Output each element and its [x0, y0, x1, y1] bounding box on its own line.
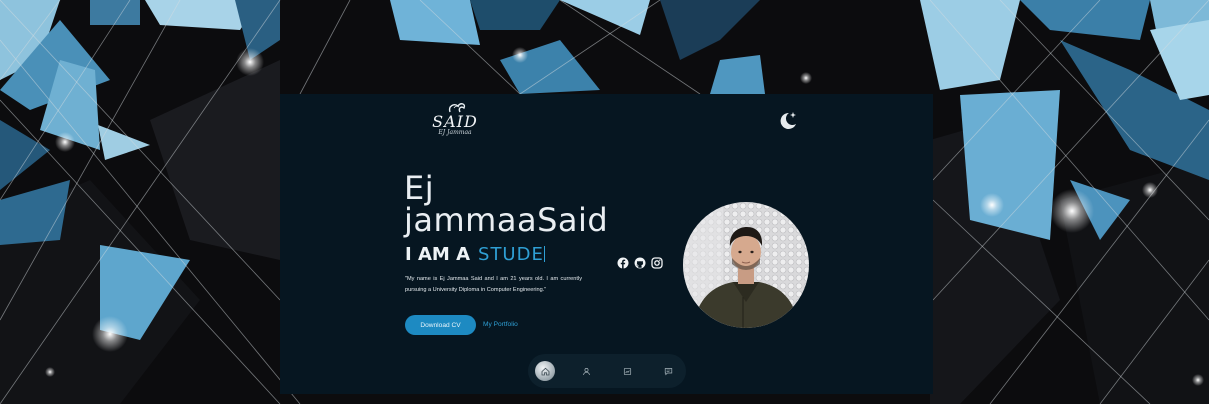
iam-prefix: I AM A	[405, 244, 471, 265]
github-icon[interactable]	[634, 257, 646, 269]
message-icon	[664, 367, 672, 375]
typed-role: STUDE	[478, 244, 544, 265]
instagram-icon[interactable]	[651, 257, 663, 269]
typing-headline: I AM A STUDE	[405, 244, 545, 265]
home-icon	[541, 367, 549, 375]
logo-text: SAID	[432, 112, 478, 131]
download-cv-button[interactable]: Download CV	[405, 315, 476, 335]
social-links	[617, 257, 663, 269]
theme-toggle-button[interactable]	[777, 109, 799, 131]
hero-name-line2: jammaaSaid	[404, 201, 609, 239]
moon-star-icon	[780, 112, 796, 129]
bottom-navigation	[528, 354, 686, 388]
nav-portfolio[interactable]	[617, 361, 637, 381]
site-logo[interactable]: SAID EJ Jammaa	[430, 100, 480, 144]
my-portfolio-link[interactable]: My Portfolio	[483, 315, 518, 335]
profile-photo	[683, 202, 809, 328]
nav-home[interactable]	[535, 361, 555, 381]
typing-cursor	[543, 246, 545, 262]
hero-name-line1: Ej	[404, 169, 435, 207]
nav-about[interactable]	[576, 361, 596, 381]
hero-name: Ej jammaaSaid	[404, 172, 634, 236]
facebook-icon[interactable]	[617, 257, 629, 269]
portfolio-icon	[623, 367, 631, 375]
nav-contact[interactable]	[658, 361, 678, 381]
bio-text: "My name is Ej Jammaa Said and I am 21 y…	[405, 276, 582, 294]
user-icon	[582, 367, 590, 375]
portfolio-page: SAID EJ Jammaa Ej jammaaSaid I AM A STUDE…	[280, 94, 933, 394]
